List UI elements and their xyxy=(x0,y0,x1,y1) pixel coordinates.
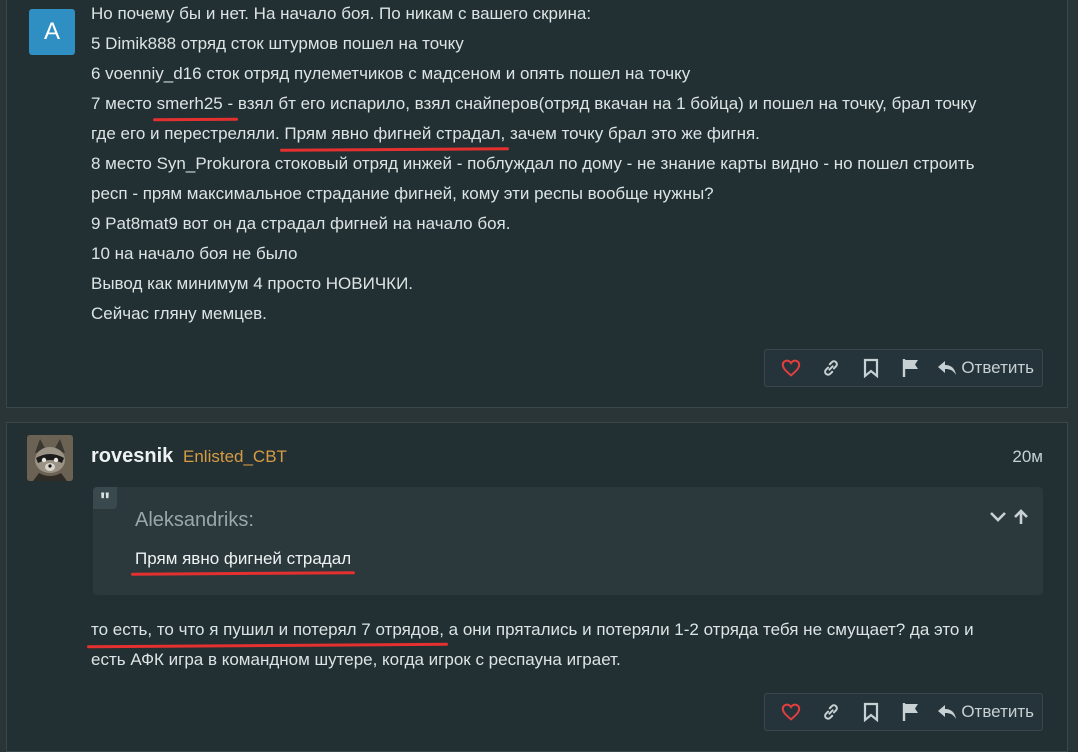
flag-button[interactable] xyxy=(891,694,931,730)
post-text-line: 7 место smerh25 - взял бт его испарило, … xyxy=(91,93,977,115)
text-segment: а они прятались и потеряли 1-2 отряда те… xyxy=(443,620,974,639)
reply-label: Ответить xyxy=(961,358,1034,377)
share-link-button[interactable] xyxy=(811,694,851,730)
user-tag: Enlisted_CBT xyxy=(183,447,287,466)
text-segment: зачем точку брал это же фигня. xyxy=(505,124,760,143)
username[interactable]: rovesnik xyxy=(91,445,173,468)
post-text-line: Но почему бы и нет. На начало боя. По ни… xyxy=(91,4,592,23)
raccoon-avatar-image xyxy=(27,435,73,481)
bookmark-icon xyxy=(864,358,879,378)
post-actions: Ответить xyxy=(764,693,1043,731)
flag-icon xyxy=(903,359,919,377)
bookmark-button[interactable] xyxy=(851,350,891,386)
post-text-line: 6 voenniy_d16 сток отряд пулеметчиков с … xyxy=(91,64,691,83)
link-icon xyxy=(824,704,839,720)
reply-button[interactable]: Ответить xyxy=(931,358,1034,378)
underlined-quote: Прям явно фигней страдал xyxy=(135,549,352,568)
like-button[interactable] xyxy=(771,350,811,386)
post-text-line: респ - прям максимальное страдание фигне… xyxy=(91,184,714,203)
post-text-line: 8 место Syn_Prokurora стоковый отряд инж… xyxy=(91,154,975,173)
quote-controls xyxy=(989,509,1029,525)
reply-icon xyxy=(938,361,957,375)
reply-label: Ответить xyxy=(961,702,1034,721)
text-segment: взял бт его испарило, взял снайперов(отр… xyxy=(233,94,977,113)
quote-author[interactable]: Aleksandriks: xyxy=(135,509,254,532)
text-segment: 7 место xyxy=(91,94,157,113)
post-text-line: 10 на начало боя не было xyxy=(91,244,298,263)
reply-icon xyxy=(938,705,957,719)
quote-text: Прям явно фигней страдал xyxy=(135,549,351,569)
quote-block: " Aleksandriks: Прям явно фигней страдал xyxy=(93,487,1043,595)
heart-icon xyxy=(782,703,801,721)
bookmark-icon xyxy=(864,702,879,722)
post-aleksandriks: A Но почему бы и нет. На начало боя. По … xyxy=(6,0,1068,408)
reply-button[interactable]: Ответить xyxy=(931,702,1034,722)
post-text-line: где его и перестреляли. Прям явно фигней… xyxy=(91,123,760,145)
quote-icon: " xyxy=(93,487,117,513)
post-text-line: Сейчас гляну мемцев. xyxy=(91,304,267,323)
post-text-line: Вывод как минимум 4 просто НОВИЧКИ. xyxy=(91,274,414,293)
underlined-phrase: то есть, то что я пушил и потерял 7 отря… xyxy=(91,620,444,639)
bookmark-button[interactable] xyxy=(851,694,891,730)
underlined-phrase: Прям явно фигней страдал, xyxy=(284,124,506,143)
post-text-line: 9 Pat8mat9 вот он да страдал фигней на н… xyxy=(91,214,511,233)
share-link-button[interactable] xyxy=(811,350,851,386)
heart-icon xyxy=(782,359,801,377)
like-button[interactable] xyxy=(771,694,811,730)
flag-button[interactable] xyxy=(891,350,931,386)
link-icon xyxy=(824,360,839,376)
post-text-line: 5 Dimik888 отряд сток штурмов пошел на т… xyxy=(91,34,464,53)
arrow-up-icon[interactable] xyxy=(1013,509,1029,525)
avatar[interactable]: A xyxy=(29,9,75,55)
flag-icon xyxy=(903,703,919,721)
avatar[interactable] xyxy=(27,435,73,481)
post-text-line: есть АФК игра в командном шутере, когда … xyxy=(91,650,621,669)
post-actions: Ответить xyxy=(764,349,1043,387)
chevron-down-icon[interactable] xyxy=(989,509,1007,523)
post-text-line: то есть, то что я пушил и потерял 7 отря… xyxy=(91,619,974,641)
underlined-nick: smerh25 - xyxy=(156,94,234,113)
text-segment: где его и перестреляли. xyxy=(91,124,285,143)
post-rovesnik: rovesnik Enlisted_CBT 20м " Aleksandriks… xyxy=(6,422,1068,752)
post-time[interactable]: 20м xyxy=(1012,447,1043,467)
